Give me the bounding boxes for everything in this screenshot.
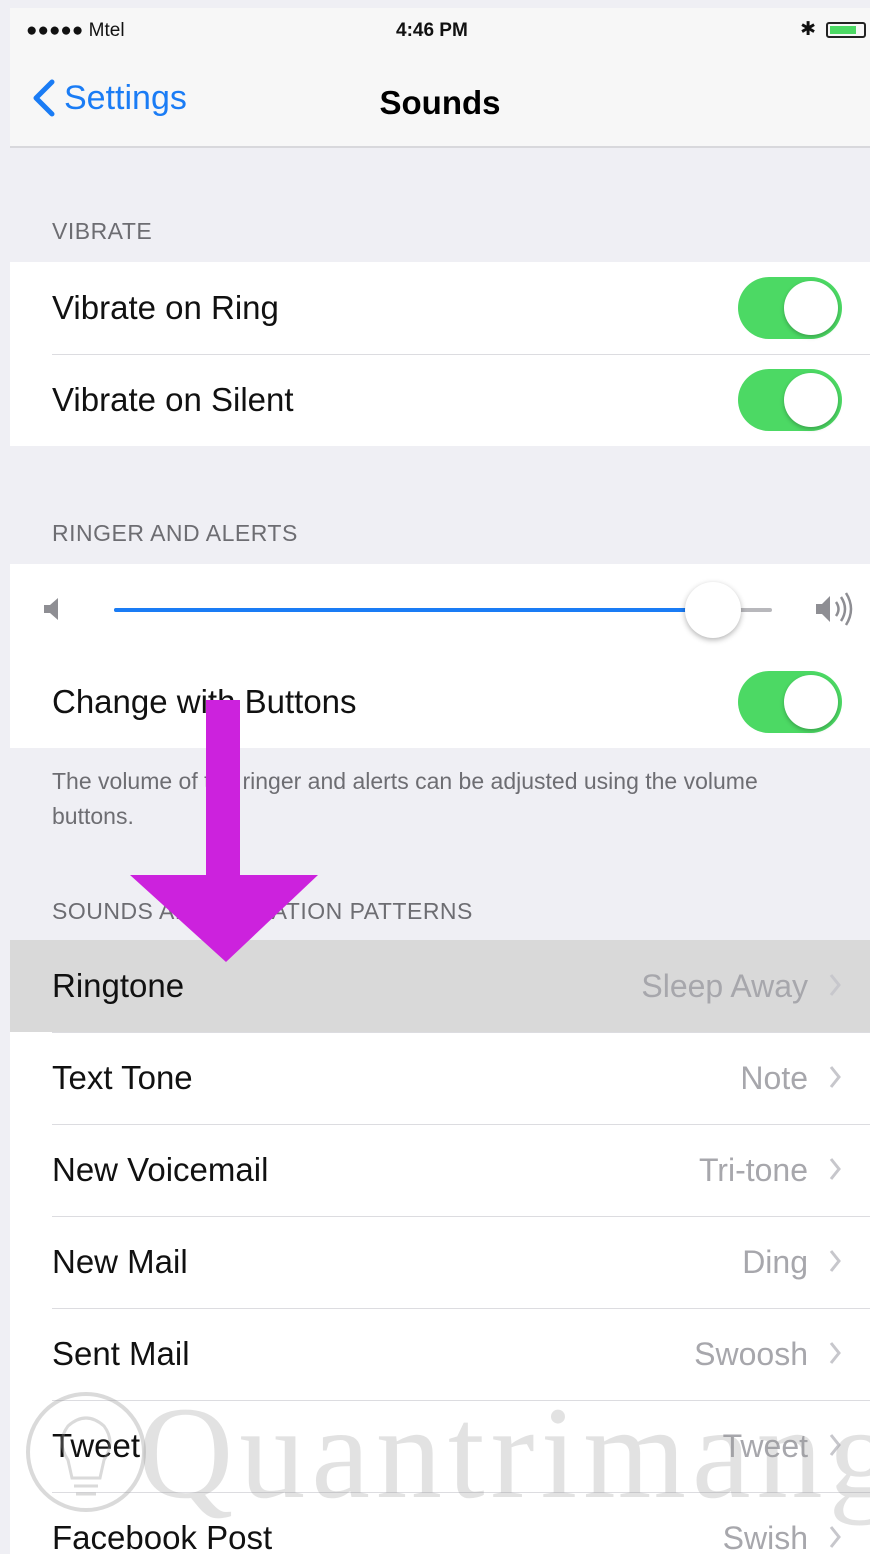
row-label: Vibrate on Silent	[52, 381, 294, 418]
volume-slider[interactable]	[114, 582, 772, 638]
row-label: New Mail	[52, 1243, 188, 1280]
vibrate-group: Vibrate on Ring Vibrate on Silent	[10, 262, 870, 446]
row-value: Ding	[742, 1243, 808, 1280]
row-label: New Voicemail	[52, 1151, 269, 1188]
new-mail-row[interactable]: New Mail Ding	[10, 1216, 870, 1308]
row-label: Ringtone	[52, 967, 185, 1004]
lightbulb-logo-icon	[26, 1392, 146, 1512]
speaker-high-icon	[816, 592, 853, 626]
status-time: 4:46 PM	[396, 20, 468, 41]
change-with-buttons-toggle[interactable]	[738, 671, 842, 733]
row-value: Sleep Away	[641, 967, 808, 1004]
section-header-ringer: RINGER AND ALERTS	[52, 520, 298, 546]
toggle-knob	[784, 373, 838, 427]
row-value: Swoosh	[694, 1335, 808, 1372]
chevron-right-icon	[829, 974, 841, 996]
volume-slider-fill	[114, 608, 713, 612]
row-label: Vibrate on Ring	[52, 289, 279, 326]
vibrate-on-ring-toggle[interactable]	[738, 277, 842, 339]
down-arrow-icon	[130, 700, 318, 962]
vibrate-on-ring-row: Vibrate on Ring	[10, 262, 870, 354]
bluetooth-icon: ✱	[800, 19, 816, 40]
chevron-right-icon	[829, 1342, 841, 1364]
volume-slider-thumb[interactable]	[684, 582, 741, 638]
watermark: Quantrimang	[0, 1370, 870, 1554]
watermark-text: Quantrimang	[138, 1379, 870, 1526]
status-bar: ●●●●● Mtel 4:46 PM ✱	[10, 8, 870, 56]
status-right: ✱	[800, 18, 866, 41]
row-value: Note	[740, 1059, 808, 1096]
chevron-right-icon	[829, 1250, 841, 1272]
vibrate-on-silent-row: Vibrate on Silent	[10, 354, 870, 446]
text-tone-row[interactable]: Text Tone Note	[10, 1032, 870, 1124]
chevron-right-icon	[829, 1066, 841, 1088]
row-label: Text Tone	[52, 1059, 193, 1096]
chevron-right-icon	[829, 1158, 841, 1180]
row-label: Sent Mail	[52, 1335, 190, 1372]
row-value: Tri-tone	[698, 1151, 808, 1188]
navigation-bar: Settings Sounds	[10, 56, 870, 148]
battery-icon	[826, 21, 866, 38]
carrier-label: ●●●●● Mtel	[26, 20, 125, 41]
new-voicemail-row[interactable]: New Voicemail Tri-tone	[10, 1124, 870, 1216]
toggle-knob	[784, 281, 838, 335]
toggle-knob	[784, 675, 838, 729]
speaker-low-icon	[44, 598, 58, 620]
volume-slider-row	[10, 564, 870, 656]
page-title: Sounds	[379, 84, 501, 121]
vibrate-on-silent-toggle[interactable]	[738, 369, 842, 431]
section-header-vibrate: VIBRATE	[52, 218, 153, 244]
